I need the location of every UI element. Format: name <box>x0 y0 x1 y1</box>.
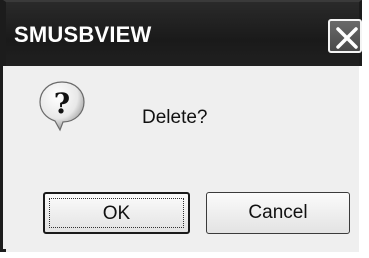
ok-button-label: OK <box>102 203 131 224</box>
close-button[interactable] <box>328 19 362 53</box>
dialog-message: Delete? <box>142 107 208 128</box>
ok-button[interactable]: OK <box>43 192 190 234</box>
window-title: SMUSBVIEW <box>14 22 152 47</box>
cancel-button[interactable]: Cancel <box>206 192 350 234</box>
message-dialog: SMUSBVIEW ? Delete? OK Cancel <box>0 0 362 252</box>
svg-text:?: ? <box>54 87 70 120</box>
question-icon: ? <box>39 81 85 132</box>
title-bar[interactable]: SMUSBVIEW <box>3 0 362 66</box>
cancel-button-label: Cancel <box>248 202 308 223</box>
dialog-body: ? Delete? OK Cancel <box>6 66 359 252</box>
close-icon <box>336 27 358 49</box>
